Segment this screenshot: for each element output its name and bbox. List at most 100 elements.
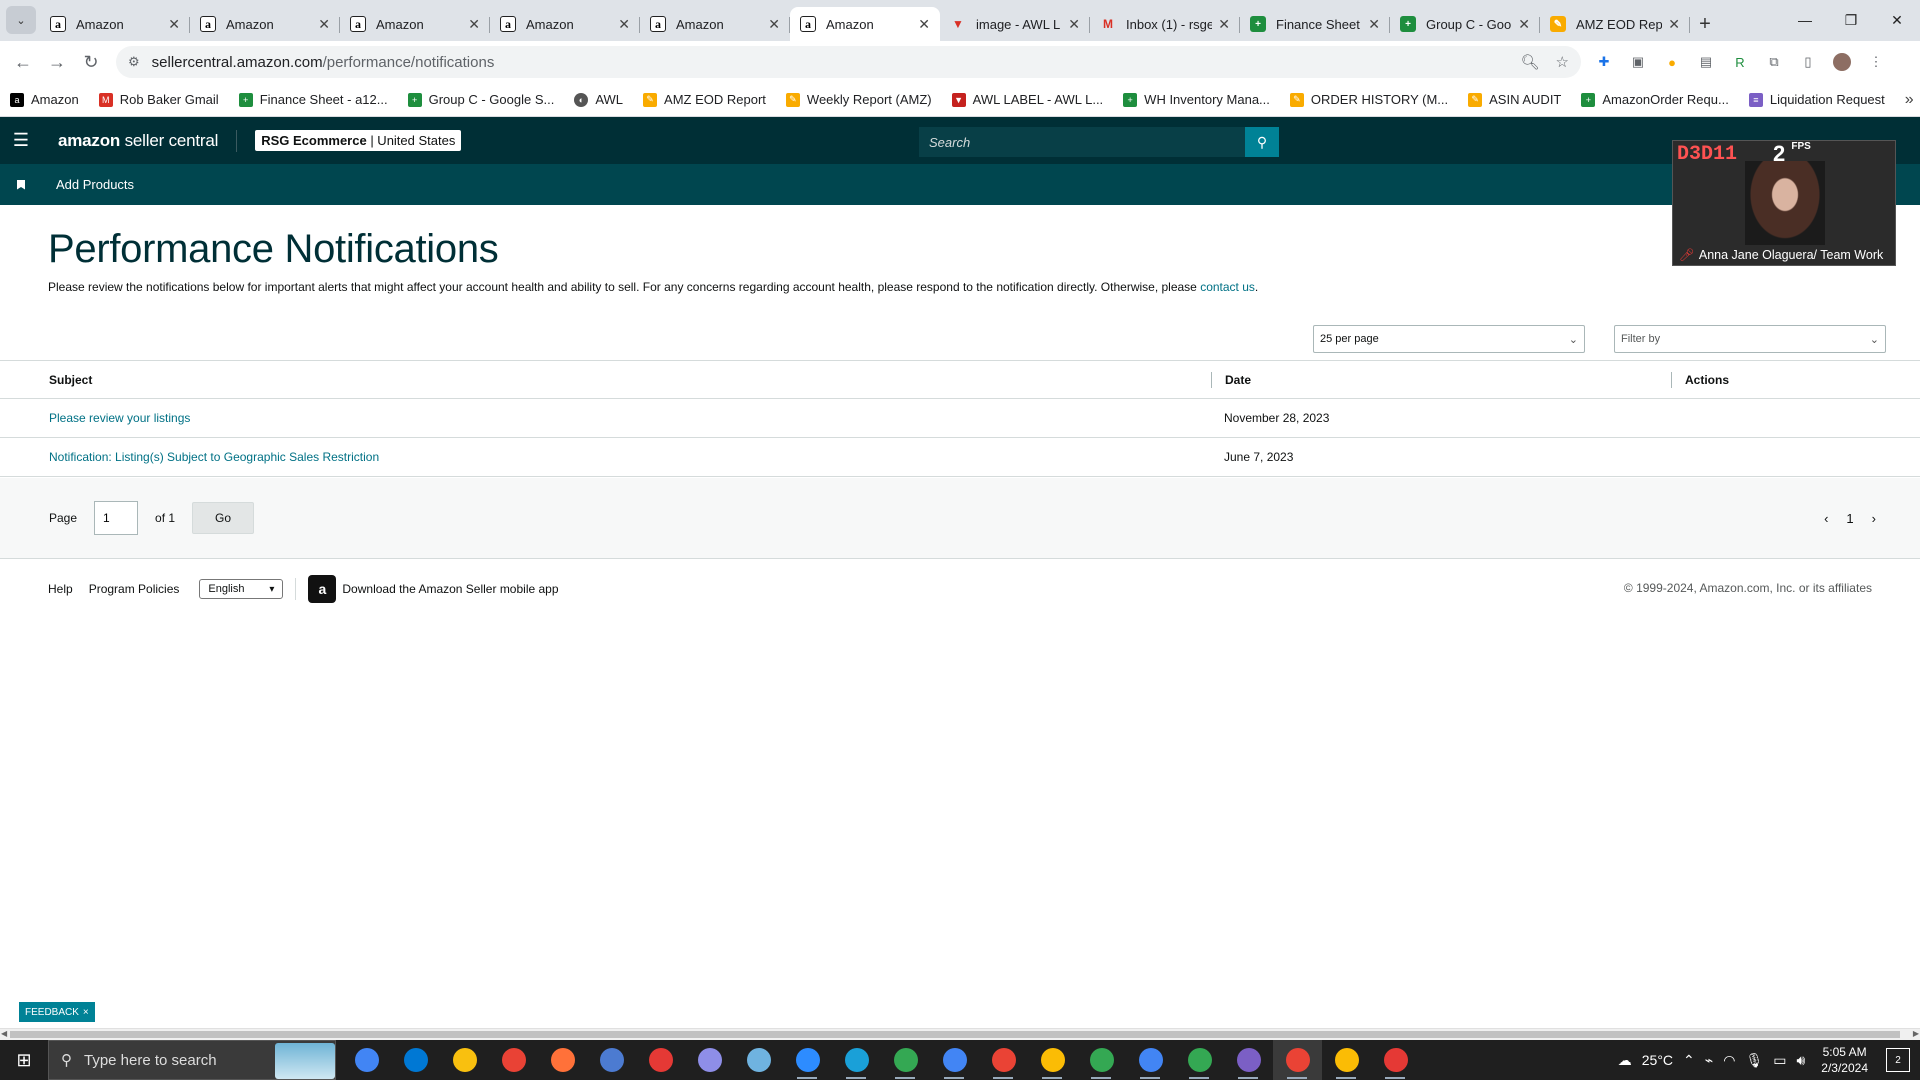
minimize-button[interactable]: — xyxy=(1782,0,1828,40)
filter-select[interactable]: Filter by ⌄ xyxy=(1614,325,1886,353)
tab-close-icon[interactable]: ✕ xyxy=(1068,16,1080,33)
taskbar-app[interactable] xyxy=(930,1040,979,1080)
wifi-icon[interactable]: ◠ xyxy=(1723,1052,1735,1069)
search-button[interactable]: ⚲ xyxy=(1245,127,1279,157)
taskbar-app[interactable] xyxy=(1126,1040,1175,1080)
program-policies-link[interactable]: Program Policies xyxy=(89,582,180,596)
taskbar-app[interactable] xyxy=(1273,1040,1322,1080)
taskbar-app[interactable] xyxy=(1224,1040,1273,1080)
hamburger-menu-icon[interactable]: ☰ xyxy=(0,130,42,151)
restore-button[interactable]: ❐ xyxy=(1828,0,1874,40)
forward-button[interactable]: → xyxy=(40,52,74,73)
go-button[interactable]: Go xyxy=(192,502,255,534)
zoom-icon[interactable]: 🔍︎ xyxy=(1521,53,1540,71)
taskbar-app[interactable] xyxy=(783,1040,832,1080)
notification-link[interactable]: Notification: Listing(s) Subject to Geog… xyxy=(49,450,379,464)
browser-tab[interactable]: ✎ AMZ EOD Rep ✕ xyxy=(1540,7,1690,41)
tab-close-icon[interactable]: ✕ xyxy=(1368,16,1380,33)
bookmark-star-icon[interactable]: ☆ xyxy=(1556,53,1569,71)
extension-icon[interactable]: ● xyxy=(1663,53,1681,71)
menu-kebab-icon[interactable]: ⋮ xyxy=(1867,53,1885,71)
extension-icon[interactable]: ✚ xyxy=(1595,53,1613,71)
tab-close-icon[interactable]: ✕ xyxy=(1668,16,1680,33)
battery-icon[interactable]: ▭ xyxy=(1773,1052,1786,1069)
notification-link[interactable]: Please review your listings xyxy=(49,411,190,425)
taskbar-app[interactable] xyxy=(636,1040,685,1080)
notification-center-button[interactable]: 2 xyxy=(1886,1048,1910,1072)
bookmark-item[interactable]: a Amazon xyxy=(10,92,79,107)
seller-central-logo[interactable]: amazon seller central xyxy=(58,131,218,151)
page-number-input[interactable] xyxy=(94,501,139,535)
taskbar-app[interactable] xyxy=(979,1040,1028,1080)
taskbar-app[interactable] xyxy=(685,1040,734,1080)
feedback-button[interactable]: FEEDBACK × xyxy=(19,1002,95,1022)
app-download-link[interactable]: Download the Amazon Seller mobile app xyxy=(342,582,558,596)
start-button[interactable]: ⊞ xyxy=(0,1040,48,1080)
tray-chevron-icon[interactable]: ⌃ xyxy=(1683,1052,1695,1069)
taskbar-app[interactable] xyxy=(440,1040,489,1080)
scroll-thumb[interactable] xyxy=(10,1031,1900,1038)
weather-icon[interactable]: ☁ xyxy=(1618,1052,1632,1069)
network-icon[interactable]: ⌁ xyxy=(1705,1052,1713,1069)
taskbar-app[interactable] xyxy=(1175,1040,1224,1080)
tab-close-icon[interactable]: ✕ xyxy=(918,16,930,33)
language-select[interactable]: English ▾ xyxy=(199,579,284,599)
bookmark-item[interactable]: ≡ Liquidation Request xyxy=(1748,92,1885,107)
close-window-button[interactable]: ✕ xyxy=(1874,0,1920,40)
browser-tab[interactable]: a Amazon ✕ xyxy=(640,7,790,41)
site-info-icon[interactable]: ⚙ xyxy=(128,54,140,70)
bookmarks-overflow-icon[interactable]: » xyxy=(1905,91,1914,109)
bookmark-item[interactable]: + AmazonOrder Requ... xyxy=(1581,92,1729,107)
scroll-right-icon[interactable]: ▶ xyxy=(1913,1029,1919,1038)
extension-icon[interactable]: ▣ xyxy=(1629,53,1647,71)
taskbar-app[interactable] xyxy=(734,1040,783,1080)
volume-icon[interactable]: 🔊︎ xyxy=(1796,1052,1805,1069)
horizontal-scrollbar[interactable]: ◀ ▶ xyxy=(0,1028,1920,1040)
bookmark-item[interactable]: ✎ ORDER HISTORY (M... xyxy=(1289,92,1448,107)
browser-tab[interactable]: ▼ image - AWL L ✕ xyxy=(940,7,1090,41)
seller-app-icon[interactable]: a xyxy=(308,575,337,603)
bookmark-item[interactable]: + WH Inventory Mana... xyxy=(1123,92,1270,107)
taskbar-clock[interactable]: 5:05 AM 2/3/2024 xyxy=(1821,1044,1868,1076)
browser-tab[interactable]: + Finance Sheet ✕ xyxy=(1240,7,1390,41)
per-page-select[interactable]: 25 per page ⌄ xyxy=(1313,325,1585,353)
extension-icon[interactable]: R xyxy=(1731,53,1749,71)
bookmark-item[interactable]: M Rob Baker Gmail xyxy=(98,92,219,107)
taskbar-search[interactable]: ⚲ Type here to search xyxy=(48,1040,336,1080)
browser-tab[interactable]: a Amazon ✕ xyxy=(790,7,940,41)
profile-avatar[interactable] xyxy=(1833,53,1851,71)
browser-tab[interactable]: a Amazon ✕ xyxy=(190,7,340,41)
weather-temp[interactable]: 25°C xyxy=(1642,1052,1673,1068)
taskbar-app[interactable] xyxy=(587,1040,636,1080)
bookmark-item[interactable]: ▼ AWL LABEL - AWL L... xyxy=(951,92,1103,107)
address-bar[interactable]: ⚙ sellercentral.amazon.com/performance/n… xyxy=(116,46,1581,78)
tab-close-icon[interactable]: ✕ xyxy=(318,16,330,33)
bookmark-icon[interactable] xyxy=(17,179,25,190)
taskbar-app[interactable] xyxy=(881,1040,930,1080)
taskbar-app[interactable] xyxy=(538,1040,587,1080)
taskbar-app[interactable] xyxy=(1077,1040,1126,1080)
tab-close-icon[interactable]: ✕ xyxy=(168,16,180,33)
browser-tab[interactable]: + Group C - Goo ✕ xyxy=(1390,7,1540,41)
bookmark-item[interactable]: + Finance Sheet - a12... xyxy=(238,92,388,107)
contact-us-link[interactable]: contact us xyxy=(1200,280,1255,294)
add-products-link[interactable]: Add Products xyxy=(56,177,134,192)
chevron-right-icon[interactable]: › xyxy=(1872,511,1876,526)
close-icon[interactable]: × xyxy=(83,1007,89,1018)
help-link[interactable]: Help xyxy=(48,582,73,596)
browser-tab[interactable]: a Amazon ✕ xyxy=(490,7,640,41)
mic-icon[interactable]: 🎙︎ xyxy=(1745,1052,1763,1069)
chevron-left-icon[interactable]: ‹ xyxy=(1824,511,1828,526)
tab-search-button[interactable]: ⌄ xyxy=(6,6,36,34)
tab-close-icon[interactable]: ✕ xyxy=(468,16,480,33)
taskbar-app[interactable] xyxy=(1371,1040,1420,1080)
taskbar-app[interactable] xyxy=(342,1040,391,1080)
taskbar-app[interactable] xyxy=(391,1040,440,1080)
tab-close-icon[interactable]: ✕ xyxy=(1518,16,1530,33)
taskbar-app[interactable] xyxy=(832,1040,881,1080)
bookmark-item[interactable]: + Group C - Google S... xyxy=(407,92,554,107)
taskbar-app[interactable] xyxy=(1322,1040,1371,1080)
browser-tab[interactable]: a Amazon ✕ xyxy=(340,7,490,41)
tab-close-icon[interactable]: ✕ xyxy=(768,16,780,33)
extensions-puzzle-icon[interactable]: ⧉ xyxy=(1765,53,1783,71)
